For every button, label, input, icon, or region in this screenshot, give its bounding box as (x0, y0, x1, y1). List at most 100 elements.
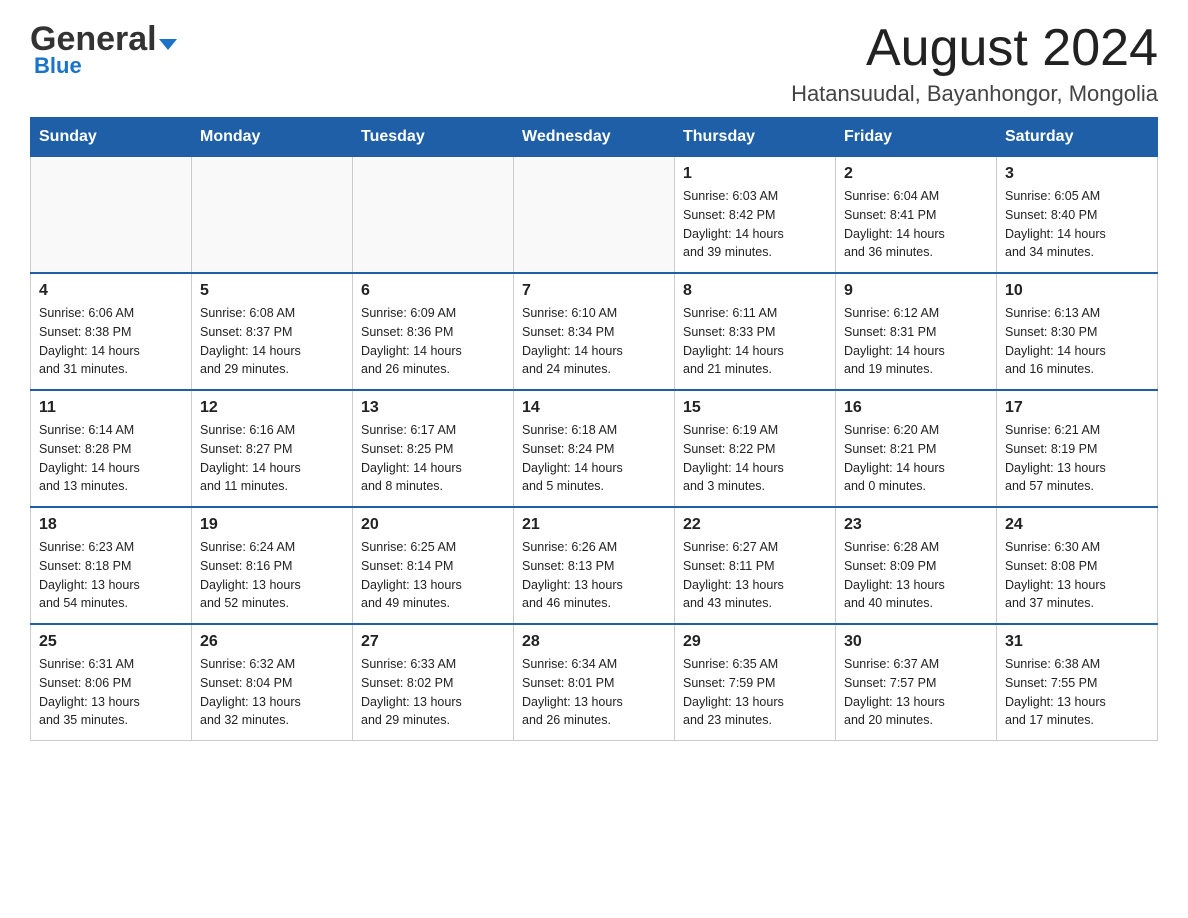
day-info: Sunrise: 6:30 AMSunset: 8:08 PMDaylight:… (1005, 538, 1149, 613)
day-number: 12 (200, 399, 344, 417)
calendar-cell: 8Sunrise: 6:11 AMSunset: 8:33 PMDaylight… (675, 273, 836, 390)
day-info: Sunrise: 6:24 AMSunset: 8:16 PMDaylight:… (200, 538, 344, 613)
day-info: Sunrise: 6:08 AMSunset: 8:37 PMDaylight:… (200, 304, 344, 379)
day-number: 23 (844, 516, 988, 534)
calendar-cell: 25Sunrise: 6:31 AMSunset: 8:06 PMDayligh… (31, 624, 192, 741)
calendar-cell: 6 Sunrise: 6:09 AMSunset: 8:36 PMDaylight… (353, 273, 514, 390)
logo: General Blue (30, 20, 177, 79)
day-info: Sunrise: 6:37 AMSunset: 7:57 PMDaylight:… (844, 655, 988, 730)
day-number: 24 (1005, 516, 1149, 534)
day-number: 28 (522, 633, 666, 651)
week-row-4: 18Sunrise: 6:23 AMSunset: 8:18 PMDayligh… (31, 507, 1158, 624)
calendar-cell: 2 Sunrise: 6:04 AMSunset: 8:41 PMDaylight… (836, 157, 997, 274)
calendar-cell: 5 Sunrise: 6:08 AMSunset: 8:37 PMDaylight… (192, 273, 353, 390)
day-number: 15 (683, 399, 827, 417)
month-year-title: August 2024 (791, 20, 1158, 77)
day-number: 9 (844, 282, 988, 300)
header-wednesday: Wednesday (514, 118, 675, 157)
week-row-3: 11 Sunrise: 6:14 AMSunset: 8:28 PMDayligh… (31, 390, 1158, 507)
day-number: 2 (844, 165, 988, 183)
day-info: Sunrise: 6:34 AMSunset: 8:01 PMDaylight:… (522, 655, 666, 730)
day-info: Sunrise: 6:35 AMSunset: 7:59 PMDaylight:… (683, 655, 827, 730)
day-info: Sunrise: 6:12 AMSunset: 8:31 PMDaylight:… (844, 304, 988, 379)
day-info: Sunrise: 6:06 AMSunset: 8:38 PMDaylight:… (39, 304, 183, 379)
day-number: 30 (844, 633, 988, 651)
calendar-cell (31, 157, 192, 274)
calendar-cell: 11 Sunrise: 6:14 AMSunset: 8:28 PMDayligh… (31, 390, 192, 507)
day-info: Sunrise: 6:13 AMSunset: 8:30 PMDaylight:… (1005, 304, 1149, 379)
calendar-cell: 10 Sunrise: 6:13 AMSunset: 8:30 PMDayligh… (997, 273, 1158, 390)
calendar-cell: 15Sunrise: 6:19 AMSunset: 8:22 PMDayligh… (675, 390, 836, 507)
calendar-cell: 20 Sunrise: 6:25 AMSunset: 8:14 PMDayligh… (353, 507, 514, 624)
day-info: Sunrise: 6:31 AMSunset: 8:06 PMDaylight:… (39, 655, 183, 730)
calendar-cell: 1Sunrise: 6:03 AMSunset: 8:42 PMDaylight… (675, 157, 836, 274)
day-info: Sunrise: 6:18 AMSunset: 8:24 PMDaylight:… (522, 421, 666, 496)
week-row-2: 4 Sunrise: 6:06 AMSunset: 8:38 PMDaylight… (31, 273, 1158, 390)
day-number: 6 (361, 282, 505, 300)
logo-blue-text: Blue (34, 53, 82, 79)
calendar-cell (353, 157, 514, 274)
day-info: Sunrise: 6:20 AMSunset: 8:21 PMDaylight:… (844, 421, 988, 496)
day-number: 26 (200, 633, 344, 651)
days-of-week-row: Sunday Monday Tuesday Wednesday Thursday… (31, 118, 1158, 157)
day-number: 19 (200, 516, 344, 534)
calendar-cell (514, 157, 675, 274)
calendar-cell: 21 Sunrise: 6:26 AMSunset: 8:13 PMDayligh… (514, 507, 675, 624)
day-info: Sunrise: 6:14 AMSunset: 8:28 PMDaylight:… (39, 421, 183, 496)
day-number: 27 (361, 633, 505, 651)
week-row-5: 25Sunrise: 6:31 AMSunset: 8:06 PMDayligh… (31, 624, 1158, 741)
day-number: 10 (1005, 282, 1149, 300)
day-info: Sunrise: 6:09 AMSunset: 8:36 PMDaylight:… (361, 304, 505, 379)
calendar-cell: 29 Sunrise: 6:35 AMSunset: 7:59 PMDayligh… (675, 624, 836, 741)
day-info: Sunrise: 6:27 AMSunset: 8:11 PMDaylight:… (683, 538, 827, 613)
calendar-cell: 17Sunrise: 6:21 AMSunset: 8:19 PMDayligh… (997, 390, 1158, 507)
day-info: Sunrise: 6:28 AMSunset: 8:09 PMDaylight:… (844, 538, 988, 613)
calendar-cell: 22 Sunrise: 6:27 AMSunset: 8:11 PMDayligh… (675, 507, 836, 624)
header-saturday: Saturday (997, 118, 1158, 157)
calendar-cell: 26 Sunrise: 6:32 AMSunset: 8:04 PMDayligh… (192, 624, 353, 741)
header-sunday: Sunday (31, 118, 192, 157)
calendar-cell: 24 Sunrise: 6:30 AMSunset: 8:08 PMDayligh… (997, 507, 1158, 624)
calendar-cell: 31Sunrise: 6:38 AMSunset: 7:55 PMDayligh… (997, 624, 1158, 741)
calendar-cell: 3Sunrise: 6:05 AMSunset: 8:40 PMDaylight… (997, 157, 1158, 274)
day-info: Sunrise: 6:04 AMSunset: 8:41 PMDaylight:… (844, 187, 988, 262)
calendar-cell: 4 Sunrise: 6:06 AMSunset: 8:38 PMDaylight… (31, 273, 192, 390)
title-section: August 2024 Hatansuudal, Bayanhongor, Mo… (791, 20, 1158, 107)
calendar-cell: 23 Sunrise: 6:28 AMSunset: 8:09 PMDayligh… (836, 507, 997, 624)
calendar-cell: 14 Sunrise: 6:18 AMSunset: 8:24 PMDayligh… (514, 390, 675, 507)
day-number: 4 (39, 282, 183, 300)
header-monday: Monday (192, 118, 353, 157)
calendar-cell: 19 Sunrise: 6:24 AMSunset: 8:16 PMDayligh… (192, 507, 353, 624)
week-row-1: 1Sunrise: 6:03 AMSunset: 8:42 PMDaylight… (31, 157, 1158, 274)
day-number: 13 (361, 399, 505, 417)
header-friday: Friday (836, 118, 997, 157)
day-info: Sunrise: 6:25 AMSunset: 8:14 PMDaylight:… (361, 538, 505, 613)
day-number: 5 (200, 282, 344, 300)
day-info: Sunrise: 6:23 AMSunset: 8:18 PMDaylight:… (39, 538, 183, 613)
day-number: 16 (844, 399, 988, 417)
calendar-table: Sunday Monday Tuesday Wednesday Thursday… (30, 117, 1158, 741)
day-number: 7 (522, 282, 666, 300)
day-info: Sunrise: 6:38 AMSunset: 7:55 PMDaylight:… (1005, 655, 1149, 730)
day-info: Sunrise: 6:05 AMSunset: 8:40 PMDaylight:… (1005, 187, 1149, 262)
day-info: Sunrise: 6:33 AMSunset: 8:02 PMDaylight:… (361, 655, 505, 730)
day-number: 20 (361, 516, 505, 534)
calendar-cell: 12Sunrise: 6:16 AMSunset: 8:27 PMDayligh… (192, 390, 353, 507)
day-number: 17 (1005, 399, 1149, 417)
day-info: Sunrise: 6:26 AMSunset: 8:13 PMDaylight:… (522, 538, 666, 613)
day-number: 21 (522, 516, 666, 534)
calendar-cell: 27 Sunrise: 6:33 AMSunset: 8:02 PMDayligh… (353, 624, 514, 741)
header-thursday: Thursday (675, 118, 836, 157)
calendar-cell: 9 Sunrise: 6:12 AMSunset: 8:31 PMDaylight… (836, 273, 997, 390)
header-tuesday: Tuesday (353, 118, 514, 157)
day-number: 22 (683, 516, 827, 534)
day-number: 11 (39, 399, 183, 417)
day-number: 14 (522, 399, 666, 417)
calendar-cell: 13 Sunrise: 6:17 AMSunset: 8:25 PMDayligh… (353, 390, 514, 507)
day-number: 29 (683, 633, 827, 651)
day-info: Sunrise: 6:17 AMSunset: 8:25 PMDaylight:… (361, 421, 505, 496)
day-number: 8 (683, 282, 827, 300)
day-info: Sunrise: 6:32 AMSunset: 8:04 PMDaylight:… (200, 655, 344, 730)
calendar-cell (192, 157, 353, 274)
day-info: Sunrise: 6:10 AMSunset: 8:34 PMDaylight:… (522, 304, 666, 379)
